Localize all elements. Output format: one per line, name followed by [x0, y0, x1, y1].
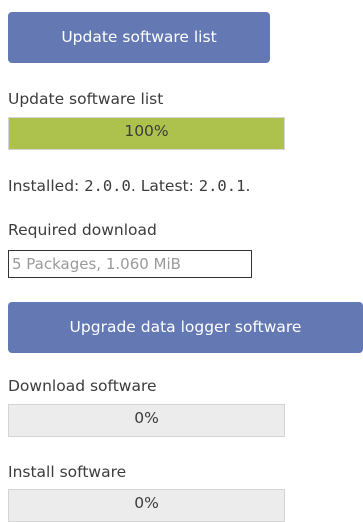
latest-version: 2.0.1 — [198, 177, 246, 195]
update-software-list-progress-bar: 100% — [8, 117, 285, 150]
version-suffix: . — [245, 177, 251, 195]
required-download-label: Required download — [8, 221, 157, 239]
update-software-list-label: Update software list — [8, 90, 164, 108]
installed-version: 2.0.0 — [84, 177, 131, 195]
progress-text: 0% — [134, 409, 159, 427]
progress-text: 100% — [124, 122, 169, 140]
install-software-progress-bar: 0% — [8, 489, 285, 522]
installed-prefix: Installed: — [8, 177, 85, 195]
download-software-progress-bar: 0% — [8, 404, 285, 437]
download-software-label: Download software — [8, 377, 157, 395]
update-software-list-button[interactable]: Update software list — [8, 12, 270, 63]
upgrade-software-button[interactable]: Upgrade data logger software — [8, 302, 363, 353]
progress-text: 0% — [134, 494, 159, 512]
install-software-label: Install software — [8, 463, 127, 481]
required-download-value: 5 Packages, 1.060 MiB — [8, 250, 252, 278]
version-info: Installed: 2.0.0. Latest: 2.0.1. — [8, 176, 250, 196]
latest-separator: . Latest: — [130, 177, 199, 195]
